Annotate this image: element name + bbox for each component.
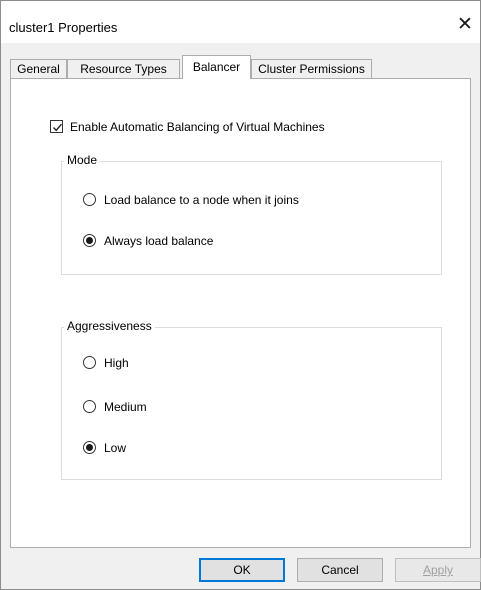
tab-label: Resource Types	[80, 62, 167, 76]
enable-balancing-label: Enable Automatic Balancing of Virtual Ma…	[70, 120, 325, 134]
tab-label: Balancer	[192, 60, 241, 74]
radio-selected-dot	[86, 444, 93, 451]
tab-balancer[interactable]: Balancer	[182, 55, 251, 79]
aggressiveness-option-label: Low	[104, 441, 127, 455]
radio-button[interactable]	[83, 356, 96, 369]
tab-cluster-permissions[interactable]: Cluster Permissions	[251, 59, 372, 78]
aggressiveness-option-label: High	[104, 356, 129, 370]
cancel-button[interactable]: Cancel	[297, 558, 383, 582]
apply-button-label: Apply	[422, 563, 454, 577]
radio-button[interactable]	[83, 441, 96, 454]
tab-label: General	[17, 62, 60, 76]
tab-label: Cluster Permissions	[258, 62, 365, 76]
enable-balancing-checkbox[interactable]	[50, 120, 63, 133]
window-title: cluster1 Properties	[9, 20, 118, 35]
aggressiveness-legend: Aggressiveness	[64, 319, 155, 333]
aggressiveness-option-label: Medium	[104, 400, 147, 414]
tab-resource-types[interactable]: Resource Types	[67, 59, 180, 78]
mode-option-label: Load balance to a node when it joins	[104, 193, 299, 207]
tab-general[interactable]: General	[10, 59, 67, 78]
mode-option-label: Always load balance	[104, 234, 214, 248]
close-icon: ✕	[457, 14, 473, 35]
checkmark-icon	[52, 123, 63, 132]
title-bar[interactable]: cluster1 Properties ✕	[1, 1, 480, 43]
radio-button[interactable]	[83, 193, 96, 206]
mode-groupbox	[61, 161, 442, 275]
radio-button[interactable]	[83, 234, 96, 247]
ok-button[interactable]: OK	[199, 558, 285, 582]
mode-legend: Mode	[64, 153, 101, 167]
radio-selected-dot	[86, 237, 93, 244]
properties-dialog: cluster1 Properties ✕ General Resource T…	[0, 0, 481, 590]
close-button[interactable]: ✕	[450, 11, 480, 39]
radio-button[interactable]	[83, 400, 96, 413]
apply-button[interactable]: Apply	[395, 558, 481, 582]
